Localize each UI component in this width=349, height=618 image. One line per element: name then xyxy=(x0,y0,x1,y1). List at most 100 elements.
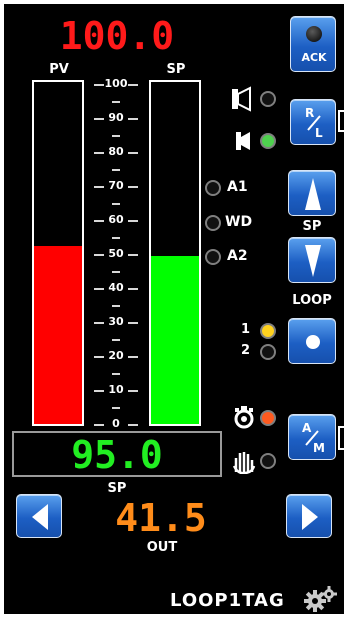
bargraph-scale: 100 90 80 70 60 50 40 30 20 10 0 xyxy=(88,78,144,430)
scale-tick-label: 20 xyxy=(108,349,124,362)
speaker-filled-icon xyxy=(236,132,250,150)
scale-major-tick: 10 xyxy=(88,384,144,396)
right-arrow-icon xyxy=(302,504,318,530)
tick-mark xyxy=(128,84,138,86)
a2-label: A2 xyxy=(227,248,248,264)
local-led xyxy=(260,133,276,149)
tick-mark xyxy=(128,322,138,324)
sp-adjust-label: SP xyxy=(302,219,322,234)
tick-mark xyxy=(94,220,104,222)
prev-page-button[interactable] xyxy=(16,494,62,538)
sp-lower-button[interactable] xyxy=(288,237,336,283)
scale-tick-label: 30 xyxy=(108,315,124,328)
scale-major-tick: 70 xyxy=(88,180,144,192)
manual-led xyxy=(260,453,276,469)
tick-mark xyxy=(94,356,104,358)
ack-label: ACK xyxy=(301,51,327,64)
tick-mark xyxy=(94,424,104,426)
scale-minor-tick xyxy=(112,305,120,307)
loop-select-button[interactable] xyxy=(288,318,336,364)
rl-bottom-label: L xyxy=(315,126,323,140)
tick-mark xyxy=(94,390,104,392)
pv-readout: 100.0 xyxy=(59,14,175,58)
tick-mark xyxy=(94,186,104,188)
scale-major-tick: 30 xyxy=(88,316,144,328)
a2-led xyxy=(205,249,221,265)
sp-bar-label: SP xyxy=(166,62,186,77)
scale-minor-tick xyxy=(112,407,120,409)
tick-mark xyxy=(128,118,138,120)
loop2-led xyxy=(260,344,276,360)
scale-minor-tick xyxy=(112,271,120,273)
tick-mark xyxy=(94,322,104,324)
auto-manual-button[interactable]: A M xyxy=(288,414,336,460)
setpoint-value: 95.0 xyxy=(71,433,163,477)
loop2-label: 2 xyxy=(241,343,251,358)
remote-local-button[interactable]: R L xyxy=(290,99,336,145)
gear-hand-icon xyxy=(234,406,254,429)
sp-bargraph xyxy=(149,80,201,426)
scale-tick-label: 70 xyxy=(108,179,124,192)
scale-minor-tick xyxy=(112,203,120,205)
tick-mark xyxy=(94,254,104,256)
tick-mark xyxy=(94,118,104,120)
loop-label: LOOP xyxy=(292,293,332,308)
left-arrow-icon xyxy=(32,504,48,530)
loop1-led xyxy=(260,323,276,339)
ack-button[interactable]: ACK xyxy=(290,16,336,72)
next-page-button[interactable] xyxy=(286,494,332,538)
setpoint-label: SP xyxy=(107,481,127,496)
auto-led xyxy=(260,410,276,426)
sp-bar-fill xyxy=(151,256,199,424)
output-label: OUT xyxy=(146,540,178,555)
rl-side-bracket xyxy=(338,110,344,132)
tick-mark xyxy=(94,152,104,154)
output-value: 41.5 xyxy=(115,496,207,540)
scale-minor-tick xyxy=(112,237,120,239)
scale-major-tick: 40 xyxy=(88,282,144,294)
tick-mark xyxy=(128,254,138,256)
scale-tick-label: 40 xyxy=(108,281,124,294)
am-bottom-label: M xyxy=(313,441,325,455)
scale-tick-label: 100 xyxy=(104,77,128,90)
scale-major-tick: 20 xyxy=(88,350,144,362)
tick-mark xyxy=(128,288,138,290)
tick-mark xyxy=(94,84,104,86)
tick-mark xyxy=(128,186,138,188)
scale-minor-tick xyxy=(112,101,120,103)
pv-bar-label: PV xyxy=(49,62,69,77)
scale-major-tick: 50 xyxy=(88,248,144,260)
scale-major-tick: 80 xyxy=(88,146,144,158)
scale-tick-label: 10 xyxy=(108,383,124,396)
tick-mark xyxy=(128,152,138,154)
scale-tick-label: 80 xyxy=(108,145,124,158)
tick-mark xyxy=(128,424,138,426)
remote-led xyxy=(260,91,276,107)
down-arrow-icon xyxy=(305,245,321,277)
scale-major-tick: 100 xyxy=(88,78,144,90)
speaker-outline-icon xyxy=(232,86,251,112)
ack-indicator-icon xyxy=(306,26,322,42)
scale-major-tick: 0 xyxy=(88,418,144,430)
setpoint-display[interactable]: 95.0 xyxy=(12,431,222,477)
scale-tick-label: 50 xyxy=(108,247,124,260)
wd-led xyxy=(205,215,221,231)
loop-tag: LOOP1TAG xyxy=(170,590,285,611)
scale-tick-label: 90 xyxy=(108,111,124,124)
up-arrow-icon xyxy=(305,178,321,210)
loop1-label: 1 xyxy=(241,322,251,337)
scale-minor-tick xyxy=(112,135,120,137)
tick-mark xyxy=(128,220,138,222)
scale-major-tick: 90 xyxy=(88,112,144,124)
tick-mark xyxy=(128,356,138,358)
scale-minor-tick xyxy=(112,373,120,375)
am-side-bracket xyxy=(338,426,344,450)
sp-raise-button[interactable] xyxy=(288,170,336,216)
wd-label: WD xyxy=(225,214,253,230)
pv-bar-fill xyxy=(34,246,82,424)
a1-led xyxy=(205,180,221,196)
tick-mark xyxy=(94,288,104,290)
gear-icon[interactable] xyxy=(304,586,338,612)
scale-minor-tick xyxy=(112,339,120,341)
pv-bargraph xyxy=(32,80,84,426)
